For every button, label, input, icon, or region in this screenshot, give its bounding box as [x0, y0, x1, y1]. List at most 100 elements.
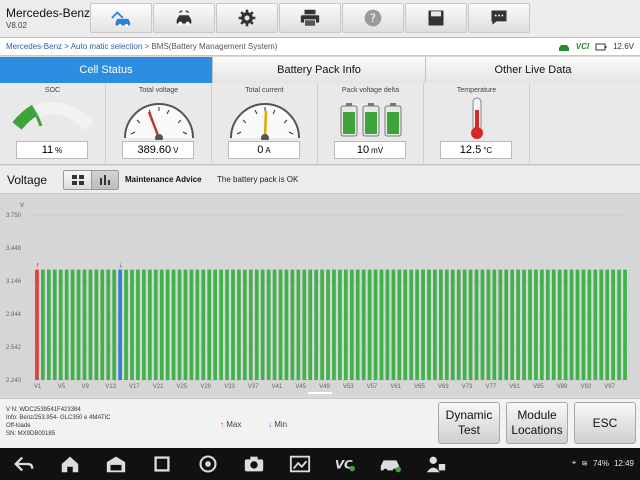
cell-bar — [207, 269, 212, 380]
home-nav-button[interactable] — [56, 452, 84, 476]
cell-bar — [516, 269, 520, 380]
chrome-icon — [199, 455, 217, 473]
tab-other-live-data[interactable]: Other Live Data — [426, 57, 640, 83]
x-tick-label: V17 — [129, 384, 140, 390]
cell-bar — [153, 269, 158, 380]
recent-apps-button[interactable] — [148, 452, 176, 476]
help-button[interactable]: ? — [342, 3, 404, 33]
battery-cells-icon — [340, 103, 402, 137]
vci-label: VCI — [575, 42, 590, 51]
bar-chart-icon — [100, 175, 110, 185]
browser-button[interactable] — [194, 452, 222, 476]
cell-bar — [623, 269, 627, 380]
screenshot-button[interactable] — [286, 452, 314, 476]
total-current-number: 0 — [257, 144, 264, 156]
cell-bar — [106, 269, 111, 380]
tab-battery-pack-info[interactable]: Battery Pack Info — [213, 57, 426, 83]
cell-bar — [52, 269, 57, 380]
x-tick-label: V49 — [319, 384, 330, 390]
thermometer-icon — [471, 97, 483, 139]
vci-status-button[interactable]: VC — [330, 452, 358, 476]
x-tick-label: V57 — [367, 384, 378, 390]
cell-bar — [385, 269, 390, 380]
technician-icon — [426, 456, 446, 473]
cell-bar — [76, 269, 81, 380]
total-voltage-gauge: Total voltage 389.60 V — [106, 83, 212, 165]
module-locations-button[interactable]: Module Locations — [506, 402, 568, 444]
cell-bar — [100, 269, 105, 380]
cell-bar — [522, 269, 526, 380]
breadcrumb-item-brand[interactable]: Mercedes-Benz — [6, 42, 62, 51]
cell-bar — [617, 269, 621, 380]
vehicle-sn: SN: MX9DB00185 — [6, 431, 56, 437]
settings-button[interactable] — [216, 3, 278, 33]
cell-bar — [373, 269, 378, 380]
svg-text:?: ? — [370, 11, 376, 25]
legend-min-label: Min — [274, 420, 288, 429]
breadcrumb-item-selection[interactable]: Auto matic selection — [71, 42, 143, 51]
save-button[interactable] — [405, 3, 467, 33]
y-tick-label: 3.146 — [6, 279, 22, 285]
pack-delta-gauge: Pack voltage delta 10 mV — [318, 83, 424, 165]
cell-bar — [498, 269, 503, 380]
chat-button[interactable] — [468, 3, 530, 33]
x-tick-label: V21 — [153, 384, 164, 390]
cell-bar — [41, 269, 45, 380]
x-tick-label: V45 — [295, 384, 306, 390]
vehicle-switch-icon — [176, 10, 192, 26]
cell-bar — [302, 269, 307, 380]
vehicle-menu-button[interactable] — [102, 452, 130, 476]
cell-bar — [177, 269, 182, 380]
cell-bar — [82, 269, 87, 380]
dynamic-test-button[interactable]: Dynamic Test — [438, 402, 500, 444]
cell-bar — [94, 269, 99, 380]
clock: 12:49 — [613, 458, 634, 468]
chart-scroll-indicator[interactable] — [308, 392, 332, 394]
cell-bar — [534, 269, 538, 380]
gauge-panel: SOC 11% Total voltage 389.60 V Total cur… — [0, 83, 640, 165]
soc-number: 11 — [41, 144, 54, 156]
x-tick-label: V61 — [390, 384, 401, 390]
bar-view-button[interactable] — [91, 171, 118, 189]
x-tick-label: V53 — [343, 384, 354, 390]
soc-arc-gauge — [13, 102, 93, 131]
home-button[interactable] — [90, 3, 152, 33]
cell-bar — [421, 269, 425, 380]
breadcrumb-separator: > — [64, 42, 69, 51]
cell-bar — [332, 269, 336, 380]
breadcrumb-separator: > — [144, 42, 150, 51]
print-button[interactable] — [279, 3, 341, 33]
cell-bar — [165, 269, 170, 380]
tab-cell-status[interactable]: Cell Status — [0, 57, 213, 83]
legend-max-label: Max — [226, 420, 242, 429]
camera-button[interactable] — [240, 452, 268, 476]
x-tick-label: V89 — [557, 384, 568, 390]
cell-bar — [575, 269, 580, 380]
back-button[interactable] — [10, 452, 38, 476]
vci-icon: VC — [335, 458, 355, 472]
technician-button[interactable] — [422, 452, 450, 476]
cell-bar — [605, 269, 610, 380]
vehicle-vin: V N: WDC2539541F423384 — [6, 407, 81, 413]
x-tick-label: V65 — [414, 384, 425, 390]
cell-bar — [338, 269, 342, 380]
legend-max: ↑ Max — [220, 420, 241, 429]
vehicle-status-button[interactable] — [376, 452, 404, 476]
chart-canvas: V 3.750 3.448 3.146 2.844 2.542 2.240 ↑ ↓ V1 V5 V9 V… — [6, 203, 628, 390]
cell-bar — [130, 269, 134, 380]
home-car-icon — [111, 11, 131, 27]
vehicle-switch-button[interactable] — [153, 3, 215, 33]
cell-bar — [379, 269, 384, 380]
max-marker: ↑ — [35, 263, 40, 270]
cell-bar — [540, 269, 544, 380]
back-icon — [14, 456, 34, 472]
cell-bar — [213, 269, 218, 380]
cell-bar — [35, 269, 39, 380]
battery-icon — [595, 43, 607, 51]
cell-bar — [545, 269, 550, 380]
esc-button[interactable]: ESC — [574, 402, 636, 444]
grid-view-button[interactable] — [64, 171, 91, 189]
cell-bar — [248, 269, 253, 380]
battery-level: 74% — [592, 458, 609, 468]
gear-icon — [238, 9, 256, 27]
